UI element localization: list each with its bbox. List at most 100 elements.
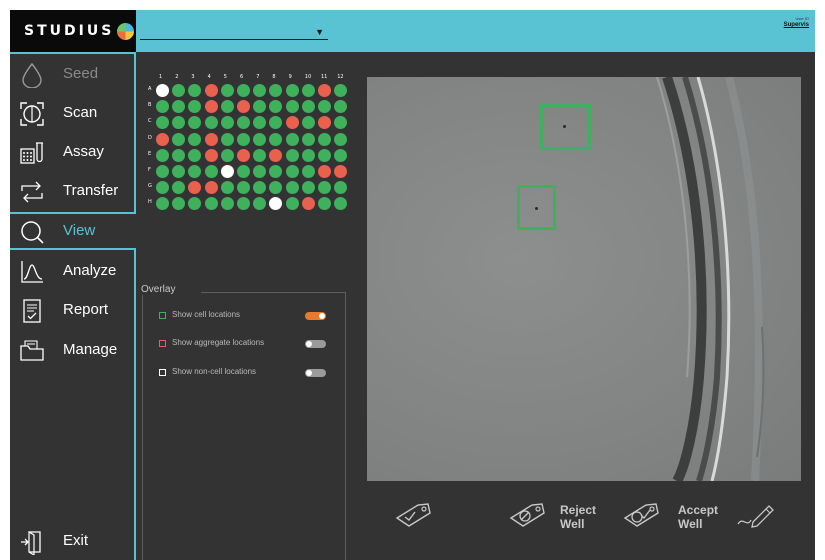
plate-well[interactable]: [269, 148, 283, 162]
plate-well[interactable]: [318, 132, 331, 146]
plate-well[interactable]: [269, 100, 283, 114]
plate-well[interactable]: [220, 165, 234, 178]
plate-well[interactable]: [269, 116, 283, 130]
plate-well[interactable]: [318, 181, 331, 195]
plate-well[interactable]: [334, 100, 348, 114]
experiment-dropdown[interactable]: ▼: [140, 26, 328, 40]
plate-well[interactable]: [156, 116, 169, 130]
plate-well[interactable]: [269, 84, 283, 97]
plate-well[interactable]: [269, 197, 283, 211]
user-info[interactable]: User ID Supervis: [784, 17, 809, 29]
plate-well[interactable]: [334, 84, 348, 97]
sidebar-item-assay[interactable]: Assay: [10, 133, 134, 171]
plate-well[interactable]: [204, 148, 218, 162]
plate-well[interactable]: [188, 165, 202, 178]
plate-well[interactable]: [253, 84, 267, 97]
plate-well[interactable]: [188, 100, 202, 114]
plate-well[interactable]: [204, 132, 218, 146]
plate-well[interactable]: [285, 132, 299, 146]
annotate-button[interactable]: [735, 496, 779, 540]
plate-well[interactable]: [334, 148, 348, 162]
well-image-viewer[interactable]: [367, 77, 801, 481]
plate-well[interactable]: [172, 116, 186, 130]
plate-well[interactable]: [253, 165, 267, 178]
plate-well[interactable]: [204, 116, 218, 130]
plate-well[interactable]: [285, 116, 299, 130]
reject-well-button[interactable]: Reject Well: [508, 496, 618, 540]
plate-well[interactable]: [204, 84, 218, 97]
plate-well[interactable]: [156, 148, 169, 162]
plate-well[interactable]: [285, 165, 299, 178]
plate-well[interactable]: [220, 132, 234, 146]
plate-well[interactable]: [253, 116, 267, 130]
plate-well[interactable]: [301, 197, 315, 211]
plate-well[interactable]: [334, 181, 348, 195]
toggle-cell-locations[interactable]: [305, 312, 326, 320]
plate-well[interactable]: [301, 84, 315, 97]
plate-well[interactable]: [172, 148, 186, 162]
plate-well[interactable]: [318, 100, 331, 114]
sidebar-item-transfer[interactable]: Transfer: [10, 172, 134, 210]
plate-well[interactable]: [204, 100, 218, 114]
sidebar-item-scan[interactable]: Scan: [10, 94, 134, 132]
plate-well[interactable]: [237, 84, 250, 97]
plate-well[interactable]: [204, 165, 218, 178]
plate-well[interactable]: [220, 148, 234, 162]
plate-well[interactable]: [269, 181, 283, 195]
plate-well[interactable]: [237, 197, 250, 211]
plate-well[interactable]: [237, 132, 250, 146]
plate-well[interactable]: [285, 148, 299, 162]
plate-well[interactable]: [334, 165, 348, 178]
plate-well[interactable]: [172, 197, 186, 211]
plate-well[interactable]: [253, 100, 267, 114]
plate-well[interactable]: [285, 84, 299, 97]
plate-well[interactable]: [237, 100, 250, 114]
plate-well[interactable]: [220, 116, 234, 130]
sidebar-item-seed[interactable]: Seed: [10, 55, 134, 93]
plate-well[interactable]: [269, 165, 283, 178]
sidebar-item-analyze[interactable]: Analyze: [10, 252, 134, 290]
plate-well[interactable]: [204, 197, 218, 211]
plate-well[interactable]: [172, 100, 186, 114]
plate-well[interactable]: [253, 181, 267, 195]
plate-well[interactable]: [253, 132, 267, 146]
plate-well[interactable]: [220, 100, 234, 114]
plate-well[interactable]: [156, 100, 169, 114]
plate-well[interactable]: [237, 116, 250, 130]
plate-well[interactable]: [172, 181, 186, 195]
plate-well[interactable]: [285, 181, 299, 195]
plate-well[interactable]: [156, 197, 169, 211]
plate-well[interactable]: [301, 165, 315, 178]
plate-well[interactable]: [172, 132, 186, 146]
plate-well[interactable]: [334, 197, 348, 211]
plate-well[interactable]: [220, 84, 234, 97]
plate-well[interactable]: [156, 165, 169, 178]
plate-well[interactable]: [301, 181, 315, 195]
toggle-aggregate-locations[interactable]: [305, 340, 326, 348]
plate-well[interactable]: [334, 132, 348, 146]
sidebar-item-view[interactable]: View: [10, 212, 134, 250]
plate-well[interactable]: [188, 84, 202, 97]
plate-well[interactable]: [301, 116, 315, 130]
plate-well[interactable]: [285, 197, 299, 211]
accept-well-button[interactable]: Accept Well: [622, 496, 732, 540]
plate-well[interactable]: [301, 132, 315, 146]
plate-well[interactable]: [188, 148, 202, 162]
plate-well[interactable]: [156, 132, 169, 146]
plate-well[interactable]: [156, 181, 169, 195]
tag-well-button[interactable]: [394, 496, 444, 540]
toggle-noncell-locations[interactable]: [305, 369, 326, 377]
plate-well[interactable]: [188, 197, 202, 211]
plate-well[interactable]: [301, 100, 315, 114]
plate-well[interactable]: [237, 181, 250, 195]
plate-well[interactable]: [204, 181, 218, 195]
plate-well[interactable]: [253, 148, 267, 162]
plate-well[interactable]: [301, 148, 315, 162]
plate-well[interactable]: [318, 116, 331, 130]
plate-well[interactable]: [188, 181, 202, 195]
plate-well[interactable]: [237, 148, 250, 162]
plate-well[interactable]: [172, 84, 186, 97]
plate-well[interactable]: [220, 181, 234, 195]
plate-well[interactable]: [318, 165, 331, 178]
plate-well[interactable]: [188, 132, 202, 146]
